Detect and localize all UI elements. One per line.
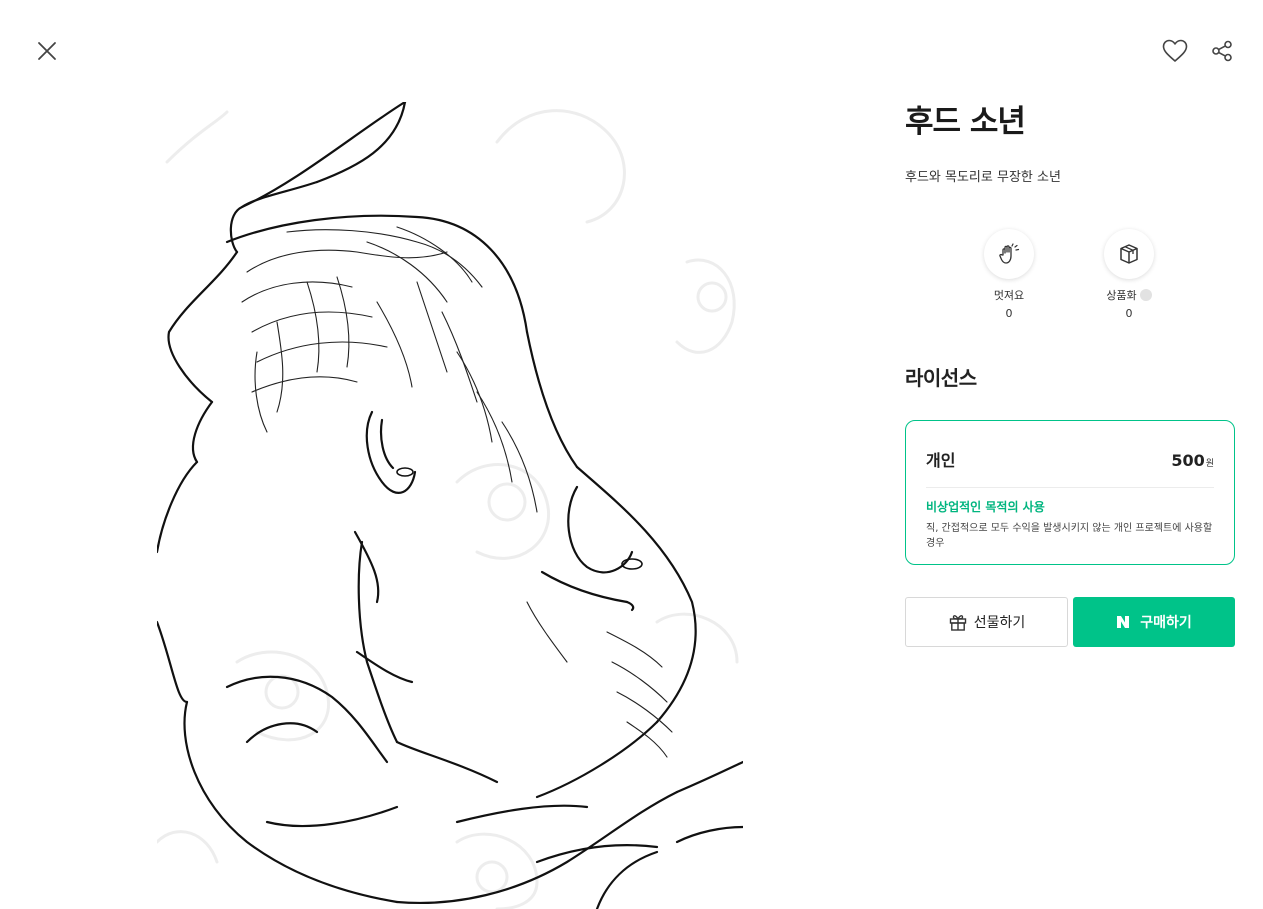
stats-row: 멋져요 0 상품화 0: [905, 229, 1235, 320]
divider: [926, 487, 1214, 488]
gift-icon: [949, 615, 966, 631]
buy-button-label: 구매하기: [1140, 615, 1192, 631]
share-icon: [1212, 40, 1232, 62]
product-title: 후드 소년: [905, 104, 1026, 140]
stat-awesome-label: 멋져요: [993, 289, 1025, 302]
clap-button[interactable]: [984, 229, 1034, 279]
merchandise-button[interactable]: [1104, 229, 1154, 279]
license-heading: 라이선스: [905, 366, 977, 390]
stat-awesome[interactable]: 멋져요 0: [969, 229, 1049, 320]
product-info-panel: 후드 소년 후드와 목도리로 무장한 소년 멋져요 0 상품화 0 라이선스 개…: [905, 100, 1235, 647]
naver-pay-icon: [1117, 616, 1130, 628]
share-button[interactable]: [1207, 36, 1237, 66]
box-icon: [1120, 244, 1138, 264]
stat-merchandise[interactable]: 상품화 0: [1089, 229, 1169, 320]
gift-button[interactable]: 선물하기: [905, 597, 1068, 647]
like-button[interactable]: [1158, 34, 1192, 68]
stat-awesome-count: 0: [1005, 307, 1013, 320]
license-option-personal[interactable]: 개인 500원 비상업적인 목적의 사용 직, 간접적으로 모두 수익을 발생시…: [905, 420, 1235, 565]
heart-outline-icon: [1162, 39, 1188, 62]
buy-button[interactable]: 구매하기: [1073, 597, 1235, 647]
license-type: 비상업적인 목적의 사용: [926, 500, 1045, 514]
license-note: 직, 간접적으로 모두 수익을 발생시키지 않는 개인 프로젝트에 사용할 경우: [926, 523, 1213, 549]
license-price: 500원: [1171, 451, 1214, 470]
license-name: 개인: [926, 451, 956, 470]
stat-merchandise-label: 상품화: [1089, 287, 1169, 303]
action-buttons: 선물하기 구매하기: [905, 597, 1235, 647]
artwork-image: [157, 102, 743, 909]
clap-icon: [999, 243, 1020, 264]
help-icon[interactable]: [1139, 289, 1152, 301]
close-icon: [38, 42, 56, 60]
close-button[interactable]: [30, 34, 64, 68]
gift-button-label: 선물하기: [973, 615, 1026, 631]
product-description: 후드와 목도리로 무장한 소년: [905, 170, 1061, 185]
stat-merchandise-count: 0: [1125, 307, 1133, 320]
